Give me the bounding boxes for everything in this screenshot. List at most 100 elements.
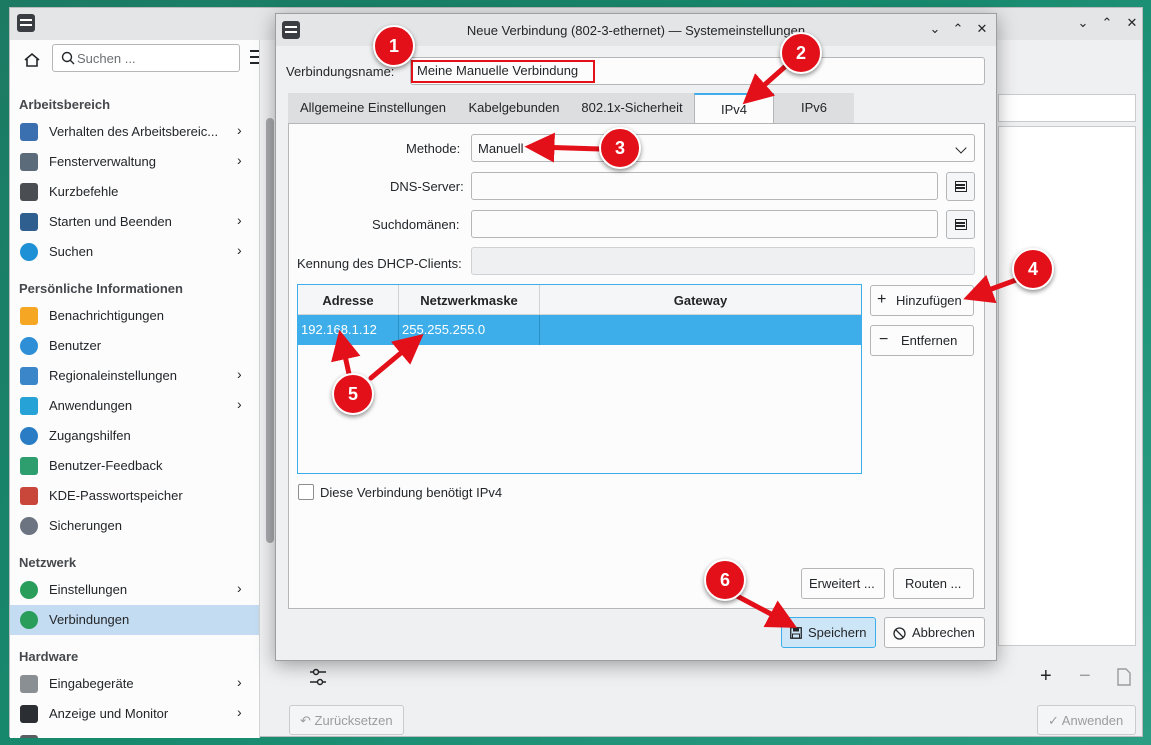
dns-server-edit-button[interactable] — [946, 172, 975, 201]
dialog-close-icon[interactable]: ✕ — [973, 20, 991, 38]
method-combobox[interactable]: Manuell — [471, 134, 975, 162]
add-button-label: Hinzufügen — [896, 293, 962, 308]
advanced-button[interactable]: Erweitert ... — [801, 568, 885, 599]
sidebar-item-label: Sicherungen — [49, 518, 122, 533]
sidebar-item-benutzer[interactable]: Benutzer — [10, 331, 259, 361]
sidebar-item-fensterverwaltung[interactable]: Fensterverwaltung › — [10, 147, 259, 177]
reset-label: Zurücksetzen — [314, 713, 393, 728]
badge-3: 3 — [599, 127, 641, 169]
netmask-cell[interactable]: 255.255.255.0 — [399, 315, 540, 345]
wallet-icon — [20, 487, 38, 505]
tab-ipv6[interactable]: IPv6 — [774, 93, 854, 123]
column-header-gateway[interactable]: Gateway — [540, 285, 861, 315]
badge-5: 5 — [332, 373, 374, 415]
sidebar-item-verhalten-des-arbeitsbereic[interactable]: Verhalten des Arbeitsbereic... › — [10, 117, 259, 147]
sidebar-item-einstellungen[interactable]: Einstellungen › — [10, 575, 259, 605]
dialog-maximize-icon[interactable]: ⌃ — [949, 20, 967, 38]
sidebar-item-kurzbefehle[interactable]: Kurzbefehle — [10, 177, 259, 207]
sidebar-item-anzeige-und-monitor[interactable]: Anzeige und Monitor › — [10, 699, 259, 729]
chevron-right-icon: › — [237, 580, 242, 596]
chevron-right-icon: › — [237, 242, 242, 258]
sidebar-item-audio[interactable]: Audio — [10, 729, 259, 738]
remove-connection-icon[interactable]: − — [1079, 665, 1091, 688]
startup-shutdown-icon — [20, 213, 38, 231]
sidebar-item-benachrichtigungen[interactable]: Benachrichtigungen — [10, 301, 259, 331]
feedback-icon — [20, 457, 38, 475]
routes-button-label: Routen ... — [905, 576, 962, 591]
maximize-icon[interactable]: ⌃ — [1098, 14, 1116, 32]
dns-server-label: DNS-Server: — [390, 179, 464, 194]
sidebar-item-sicherungen[interactable]: Sicherungen — [10, 511, 259, 541]
close-icon[interactable]: ✕ — [1123, 14, 1141, 32]
minimize-icon[interactable]: ⌄ — [1074, 14, 1092, 32]
apply-button[interactable]: ✓ Anwenden — [1037, 705, 1136, 735]
connection-settings-icon[interactable] — [308, 666, 328, 688]
sidebar-item-suchen[interactable]: Suchen › — [10, 237, 259, 267]
dhcp-client-id-input — [478, 253, 968, 268]
export-connection-icon[interactable] — [1116, 668, 1132, 686]
search-domains-field[interactable] — [471, 210, 938, 238]
column-header-adresse[interactable]: Adresse — [298, 285, 399, 315]
sidebar-item-label: Benutzer — [49, 338, 102, 353]
sidebar-item-zugangshilfen[interactable]: Zugangshilfen — [10, 421, 259, 451]
badge-4: 4 — [1012, 248, 1054, 290]
chevron-down-icon — [955, 142, 967, 154]
search-globe-icon — [20, 243, 38, 261]
add-button[interactable]: + Hinzufügen — [870, 285, 974, 316]
sidebar-item-label: KDE-Passwortspeicher — [49, 488, 183, 503]
sidebar-item-regionaleinstellungen[interactable]: Regionaleinstellungen › — [10, 361, 259, 391]
home-button[interactable] — [18, 46, 46, 74]
sidebar-item-eingabegeräte[interactable]: Eingabegeräte › — [10, 669, 259, 699]
new-connection-dialog: Neue Verbindung (802-3-ethernet) — Syste… — [275, 13, 997, 661]
cancel-icon — [893, 627, 906, 640]
remove-button[interactable]: − Entfernen — [870, 325, 974, 356]
search-field[interactable] — [52, 44, 240, 72]
section-arbeitsbereich: Arbeitsbereich — [19, 97, 111, 112]
requires-ipv4-checkbox[interactable] — [298, 484, 314, 500]
chevron-right-icon: › — [237, 122, 242, 138]
hamburger-menu-icon[interactable] — [250, 50, 259, 64]
column-header-netzwerkmaske[interactable]: Netzwerkmaske — [399, 285, 540, 315]
list-edit-icon — [955, 219, 967, 230]
tab-ipv4[interactable]: IPv4 — [694, 93, 774, 124]
connection-name-highlight — [411, 60, 595, 83]
chevron-right-icon: › — [237, 396, 242, 412]
sidebar-item-starten-und-beenden[interactable]: Starten und Beenden › — [10, 207, 259, 237]
advanced-button-label: Erweitert ... — [809, 576, 875, 591]
tab-kabelgebunden[interactable]: Kabelgebunden — [458, 93, 570, 123]
dns-server-input[interactable] — [478, 178, 931, 193]
apply-label: Anwenden — [1061, 713, 1124, 728]
sidebar-item-label: Starten und Beenden — [49, 214, 172, 229]
badge-6: 6 — [704, 559, 746, 601]
search-domains-input[interactable] — [478, 216, 931, 231]
save-button-label: Speichern — [808, 625, 867, 640]
sidebar-item-kde-passwortspeicher[interactable]: KDE-Passwortspeicher — [10, 481, 259, 511]
table-row[interactable]: 192.168.1.12 255.255.255.0 — [298, 315, 861, 345]
connections-search-field[interactable] — [998, 94, 1136, 122]
cancel-button[interactable]: Abbrechen — [884, 617, 985, 648]
sidebar-item-benutzer-feedback[interactable]: Benutzer-Feedback — [10, 451, 259, 481]
tab-8021x-sicherheit[interactable]: 802.1x-Sicherheit — [570, 93, 694, 123]
sidebar-item-anwendungen[interactable]: Anwendungen › — [10, 391, 259, 421]
dialog-minimize-icon[interactable]: ⌄ — [926, 20, 944, 38]
search-domains-edit-button[interactable] — [946, 210, 975, 239]
address-cell[interactable]: 192.168.1.12 — [298, 315, 399, 345]
sidebar-scrollbar[interactable] — [266, 118, 274, 543]
badge-2: 2 — [780, 32, 822, 74]
sidebar-item-verbindungen[interactable]: Verbindungen — [10, 605, 259, 635]
save-button[interactable]: Speichern — [781, 617, 876, 648]
section-hardware: Hardware — [19, 649, 79, 664]
add-connection-icon[interactable]: + — [1040, 665, 1052, 688]
method-value: Manuell — [478, 141, 524, 156]
cancel-button-label: Abbrechen — [912, 625, 975, 640]
search-domains-label: Suchdomänen: — [372, 217, 460, 232]
gateway-cell[interactable] — [540, 315, 861, 345]
remove-button-label: Entfernen — [901, 333, 958, 348]
search-input[interactable] — [77, 49, 232, 67]
reset-button[interactable]: ↶ Zurücksetzen — [289, 705, 404, 735]
requires-ipv4-label[interactable]: Diese Verbindung benötigt IPv4 — [320, 485, 502, 500]
dns-server-field[interactable] — [471, 172, 938, 200]
applications-icon — [20, 397, 38, 415]
tab-allgemeine-einstellungen[interactable]: Allgemeine Einstellungen — [288, 93, 458, 123]
routes-button[interactable]: Routen ... — [893, 568, 974, 599]
